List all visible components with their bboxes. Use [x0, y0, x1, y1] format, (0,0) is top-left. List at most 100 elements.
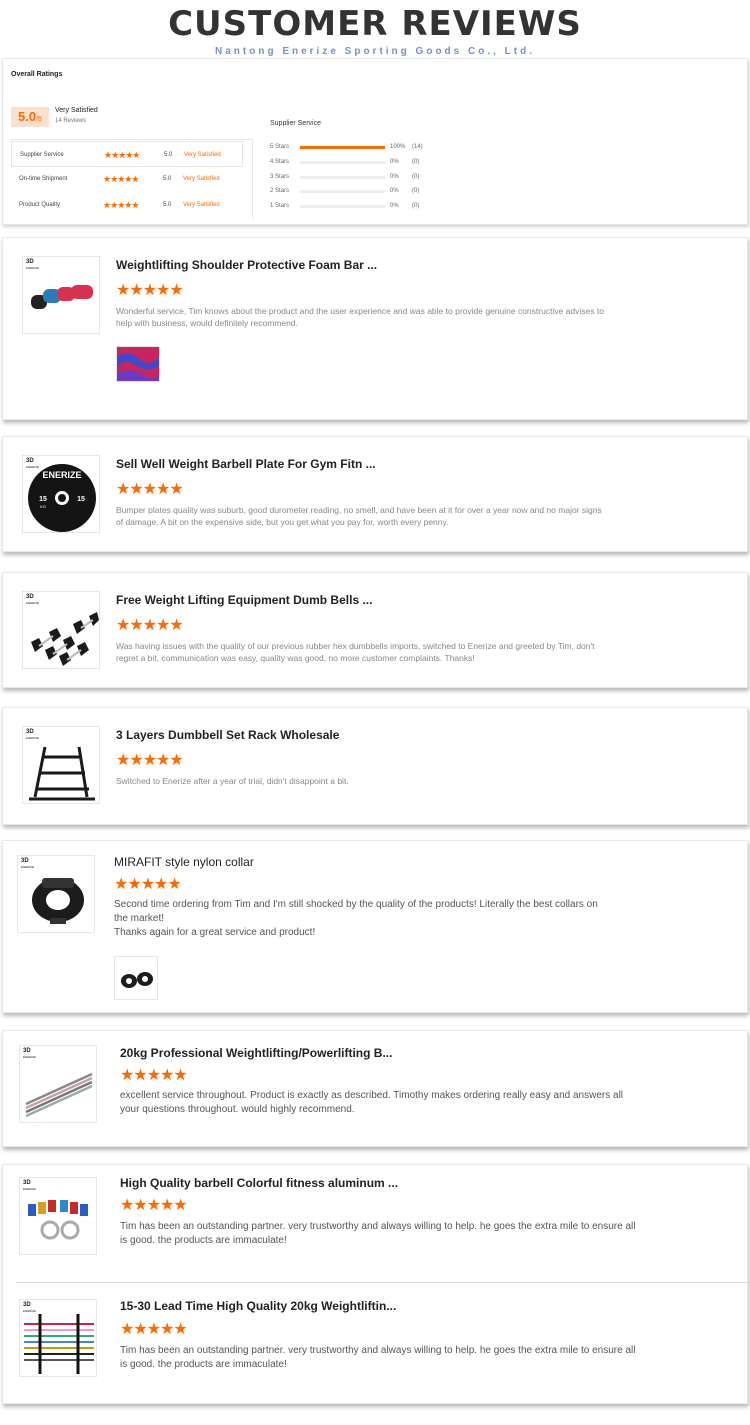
star-level-label: 3 Stars — [270, 174, 290, 180]
plate-brand-text: ENERIZE — [42, 470, 81, 480]
review-count: 14 Reviews — [55, 118, 87, 124]
company-name: Nantong Enerize Sporting Goods Co., Ltd. — [215, 46, 535, 57]
rating-bar-track — [300, 146, 385, 149]
brand-logo: 3D ENERIZE — [26, 259, 39, 271]
product-thumbnail[interactable]: 3D ENERIZE — [22, 726, 100, 804]
overall-ratings-label: Overall Ratings — [11, 71, 63, 78]
review-stars: ★★★★★ — [116, 282, 184, 299]
review-card: 3D ENERIZE 20kg Professional Weightliftin… — [2, 1030, 748, 1147]
category-verdict: Very Satisfied — [184, 152, 221, 158]
brand-logo: 3D ENERIZE — [26, 458, 39, 470]
star-percent: 0% — [390, 203, 399, 209]
review-text: Was having issues with the quality of ou… — [116, 641, 595, 663]
plate-unit: KG — [40, 504, 46, 509]
overall-score: 5.0/5 — [11, 107, 49, 127]
star-breakdown-row: 3 Stars 0% (0) — [270, 171, 470, 183]
review-card: 3D ENERIZE MIRAFIT style nylon collar ★★★… — [2, 840, 748, 1013]
category-stars: ★★★★★ — [104, 150, 140, 160]
rating-bar-track — [300, 161, 385, 164]
review-stars: ★★★★★ — [120, 1067, 188, 1084]
review-stars: ★★★★★ — [116, 752, 184, 769]
product-thumbnail[interactable]: 3D ENERIZE — [19, 1177, 97, 1255]
brand-name: ENERIZE — [23, 1187, 37, 1191]
review-text: Bumper plates quality was suburb, good d… — [116, 505, 602, 527]
product-thumbnail[interactable]: 3D ENERIZE — [22, 256, 100, 334]
foam-photo-icon — [117, 347, 159, 381]
star-percent: 0% — [390, 174, 399, 180]
product-title[interactable]: MIRAFIT style nylon collar — [114, 855, 254, 869]
star-breakdown-row: 1 Stars 0% (0) — [270, 200, 470, 212]
product-title[interactable]: High Quality barbell Colorful fitness al… — [120, 1176, 398, 1190]
review-card: 3D ENERIZE Free Weight Lifting Equipment … — [2, 572, 748, 688]
category-stars: ★★★★★ — [103, 200, 139, 210]
review-card: 3D ENERIZE 3 Layers Dumbbell Set Rack Who… — [2, 707, 748, 825]
page-title: CUSTOMER REVIEWS — [168, 4, 582, 44]
product-title[interactable]: Weightlifting Shoulder Protective Foam B… — [116, 258, 377, 272]
review-text: Tim has been an outstanding partner. ver… — [120, 1345, 636, 1370]
product-title[interactable]: 20kg Professional Weightlifting/Powerlif… — [120, 1046, 392, 1060]
brand-logo: 3D ENERIZE — [23, 1302, 36, 1314]
brand-name: ENERIZE — [23, 1309, 37, 1313]
star-breakdown-row: 5 Stars 100% (14) — [270, 141, 470, 153]
review-photo[interactable] — [116, 346, 160, 382]
collar-photo-icon — [115, 957, 157, 999]
product-title[interactable]: Sell Well Weight Barbell Plate For Gym F… — [116, 457, 376, 471]
brand-logo: 3D ENERIZE — [23, 1048, 36, 1060]
product-thumbnail[interactable]: 3D ENERIZE — [17, 855, 95, 933]
rating-bar-fill — [300, 146, 385, 149]
star-percent: 100% — [390, 144, 406, 150]
category-score: 5.0 — [163, 202, 172, 208]
rating-bar-track — [300, 176, 385, 179]
brand-name: ENERIZE — [21, 865, 35, 869]
star-level-label: 5 Stars — [270, 144, 290, 150]
category-label: Product Quality — [19, 202, 61, 208]
plate-weight-right: 15 — [77, 496, 85, 503]
brand-logo: 3D ENERIZE — [21, 858, 34, 870]
review-text-2: Thanks again for a great service and pro… — [114, 927, 316, 938]
satisfaction-label: Very Satisfied — [55, 107, 98, 114]
brand-logo: 3D ENERIZE — [23, 1180, 36, 1192]
product-thumbnail[interactable]: ENERIZE 15 15 KG 3D ENERIZE — [22, 455, 100, 533]
brand-name: ENERIZE — [26, 266, 40, 270]
breakdown-title: Supplier Service — [270, 120, 321, 127]
product-thumbnail[interactable]: 3D ENERIZE — [22, 591, 100, 669]
brand-name: ENERIZE — [26, 465, 40, 469]
product-title[interactable]: 15-30 Lead Time High Quality 20kg Weight… — [120, 1299, 396, 1313]
review-text: Wonderful service, Tim knows about the p… — [116, 306, 604, 328]
product-title[interactable]: 3 Layers Dumbbell Set Rack Wholesale — [116, 728, 339, 742]
star-percent: 0% — [390, 188, 399, 194]
category-verdict: Very Satisfied — [183, 176, 220, 182]
review-stars: ★★★★★ — [116, 481, 184, 498]
category-stars: ★★★★★ — [103, 174, 139, 184]
category-row-on-time-shipment: On-time Shipment ★★★★★ 5.0 Very Satisfie… — [11, 166, 243, 192]
header-banner: CUSTOMER REVIEWS Nantong Enerize Sportin… — [0, 0, 750, 58]
rating-bar-track — [300, 190, 385, 193]
star-count: (0) — [412, 159, 420, 165]
product-thumbnail[interactable]: 3D ENERIZE — [19, 1299, 97, 1377]
review-stars: ★★★★★ — [114, 876, 182, 893]
review-card: 3D ENERIZE Weightlifting Shoulder Protect… — [2, 237, 748, 420]
rating-bar-track — [300, 205, 385, 208]
brand-name: ENERIZE — [26, 601, 40, 605]
review-text: Tim has been an outstanding partner. ver… — [120, 1221, 636, 1246]
review-text: excellent service throughout. Product is… — [120, 1090, 624, 1115]
review-text: Second time ordering from Tim and I'm st… — [114, 899, 598, 924]
review-stars: ★★★★★ — [116, 617, 184, 634]
product-title[interactable]: Free Weight Lifting Equipment Dumb Bells… — [116, 593, 372, 607]
star-breakdown-row: 2 Stars 0% (0) — [270, 185, 470, 197]
category-verdict: Very Satisfied — [183, 202, 220, 208]
star-breakdown-row: 4 Stars 0% (0) — [270, 156, 470, 168]
review-stars: ★★★★★ — [120, 1197, 188, 1214]
star-percent: 0% — [390, 159, 399, 165]
product-thumbnail[interactable]: 3D ENERIZE — [19, 1045, 97, 1123]
category-score: 5.0 — [163, 176, 172, 182]
star-count: (0) — [412, 188, 420, 194]
review-divider — [16, 1282, 748, 1283]
review-photo[interactable] — [114, 956, 158, 1000]
review-stars: ★★★★★ — [120, 1321, 188, 1338]
star-count: (0) — [412, 203, 420, 209]
overall-ratings-panel: Overall Ratings 5.0/5 Very Satisfied 14 … — [2, 58, 748, 225]
category-row-product-quality: Product Quality ★★★★★ 5.0 Very Satisfied — [11, 192, 243, 218]
star-level-label: 1 Stars — [270, 203, 290, 209]
category-score: 5.0 — [164, 152, 173, 158]
